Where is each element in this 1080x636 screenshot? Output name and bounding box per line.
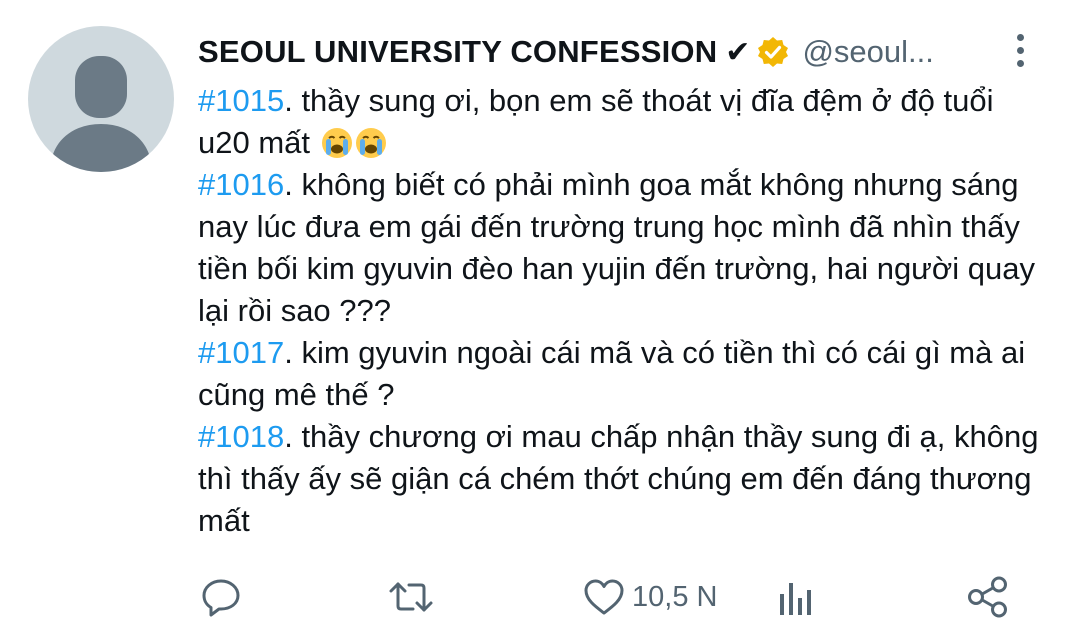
hashtag-link[interactable]: #1018 <box>198 419 284 454</box>
crying-face-emoji-icon <box>321 127 353 159</box>
entry-text: . thầy sung ơi, bọn em sẽ thoát vị đĩa đ… <box>198 83 994 160</box>
reply-icon <box>202 579 240 617</box>
share-button[interactable] <box>966 570 1010 624</box>
analytics-icon <box>780 583 811 615</box>
tweet-text: #1015. thầy sung ơi, bọn em sẽ thoát vị … <box>198 80 1048 542</box>
default-profile-icon <box>50 56 152 172</box>
tweet-header: SEOUL UNIVERSITY CONFESSION ✔ @seoul... <box>198 30 934 74</box>
reply-button[interactable] <box>200 570 242 624</box>
author-handle[interactable]: @seoul... <box>802 34 933 70</box>
entry-text: . thầy chương ơi mau chấp nhận thầy sung… <box>198 419 1039 538</box>
like-count: 10,5 N <box>632 580 718 613</box>
confession-entry: #1015. thầy sung ơi, bọn em sẽ thoát vị … <box>198 80 1048 164</box>
entry-text: . kim gyuvin ngoài cái mã và có tiền thì… <box>198 335 1026 412</box>
crying-face-emoji-icon <box>355 127 387 159</box>
author-name[interactable]: SEOUL UNIVERSITY CONFESSION <box>198 34 717 70</box>
more-options-icon[interactable] <box>1008 34 1032 70</box>
hashtag-link[interactable]: #1015 <box>198 83 284 118</box>
retweet-button[interactable] <box>387 570 435 624</box>
hashtag-link[interactable]: #1017 <box>198 335 284 370</box>
confession-entry: #1018. thầy chương ơi mau chấp nhận thầy… <box>198 416 1048 542</box>
hashtag-link[interactable]: #1016 <box>198 167 284 202</box>
retweet-icon <box>389 582 433 612</box>
entry-text: . không biết có phải mình goa mắt không … <box>198 167 1035 328</box>
confession-entry: #1016. không biết có phải mình goa mắt k… <box>198 164 1048 332</box>
share-icon <box>968 576 1007 618</box>
tweet-action-bar: 10,5 N <box>0 570 1080 624</box>
avatar[interactable] <box>28 26 174 172</box>
name-check-badge: ✔ <box>725 35 751 69</box>
like-button[interactable]: 10,5 N <box>582 570 717 624</box>
confession-entry: #1017. kim gyuvin ngoài cái mã và có tiề… <box>198 332 1048 416</box>
verified-badge-icon <box>756 35 790 69</box>
heart-icon <box>584 579 624 615</box>
views-button[interactable] <box>776 570 818 624</box>
